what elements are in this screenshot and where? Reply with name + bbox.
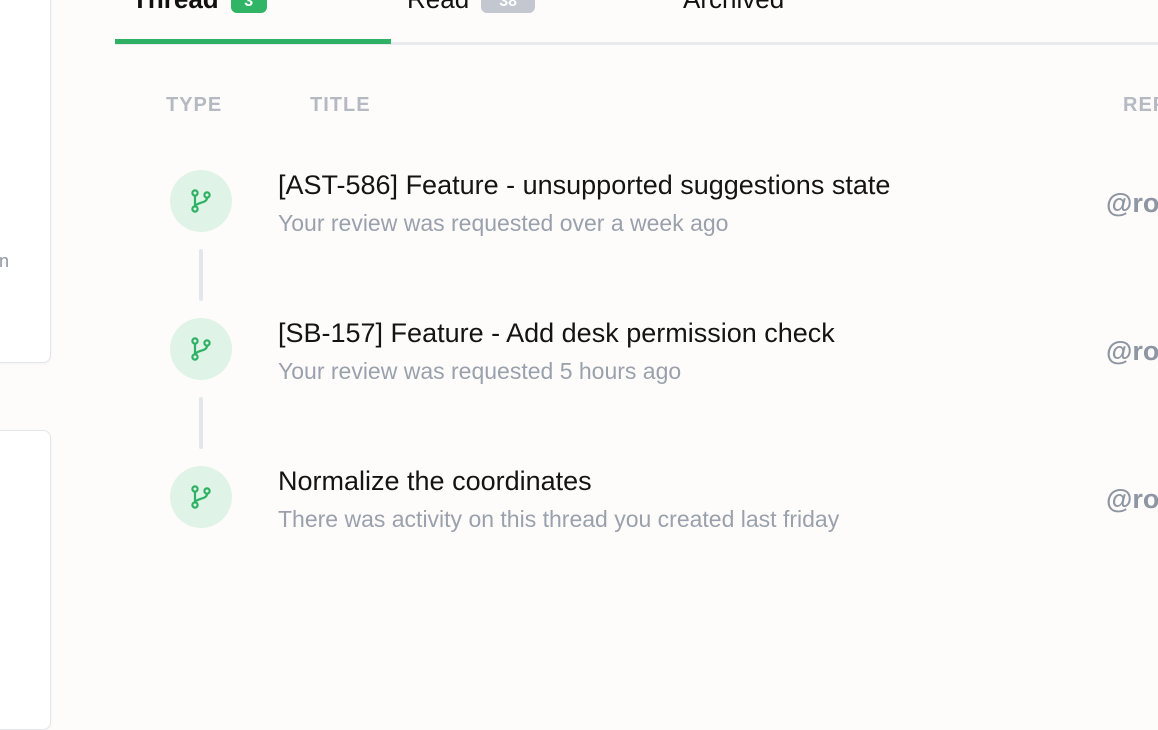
git-branch-icon	[170, 318, 232, 380]
tab-archived[interactable]: Archived	[683, 0, 784, 15]
git-branch-icon	[170, 170, 232, 232]
tab-thread-label: Thread	[132, 0, 219, 15]
tab-thread-count-badge: 3	[230, 0, 267, 13]
tab-read-count-badge: 38	[481, 0, 536, 13]
tab-read-label: Read	[407, 0, 469, 15]
tab-thread[interactable]: Thread 3	[132, 0, 267, 15]
active-tab-indicator	[115, 39, 391, 44]
column-header-type[interactable]: TYPE	[166, 94, 222, 117]
column-header-title[interactable]: TITLE	[310, 94, 371, 117]
thread-title[interactable]: [AST-586] Feature - unsupported suggesti…	[278, 170, 890, 201]
thread-title[interactable]: Normalize the coordinates	[278, 466, 592, 497]
thread-row[interactable]: [SB-157] Feature - Add desk permission c…	[0, 318, 1158, 398]
thread-repo: @ro	[1106, 336, 1158, 366]
tab-archived-label: Archived	[683, 0, 784, 15]
thread-repo: @ro	[1106, 188, 1158, 218]
timeline-connector	[199, 397, 203, 449]
thread-repo: @ro	[1106, 484, 1158, 514]
tab-read[interactable]: Read 38	[407, 0, 536, 15]
thread-title[interactable]: [SB-157] Feature - Add desk permission c…	[278, 318, 835, 349]
thread-subtitle: Your review was requested over a week ag…	[278, 210, 729, 236]
git-branch-icon	[170, 466, 232, 528]
thread-row[interactable]: Normalize the coordinates There was acti…	[0, 466, 1158, 546]
thread-row[interactable]: [AST-586] Feature - unsupported suggesti…	[0, 170, 1158, 250]
thread-subtitle: Your review was requested 5 hours ago	[278, 358, 682, 384]
thread-subtitle: There was activity on this thread you cr…	[278, 506, 840, 532]
timeline-connector	[199, 249, 203, 301]
side-card-text: n	[0, 251, 10, 271]
column-header-rep[interactable]: REP	[1123, 94, 1158, 117]
